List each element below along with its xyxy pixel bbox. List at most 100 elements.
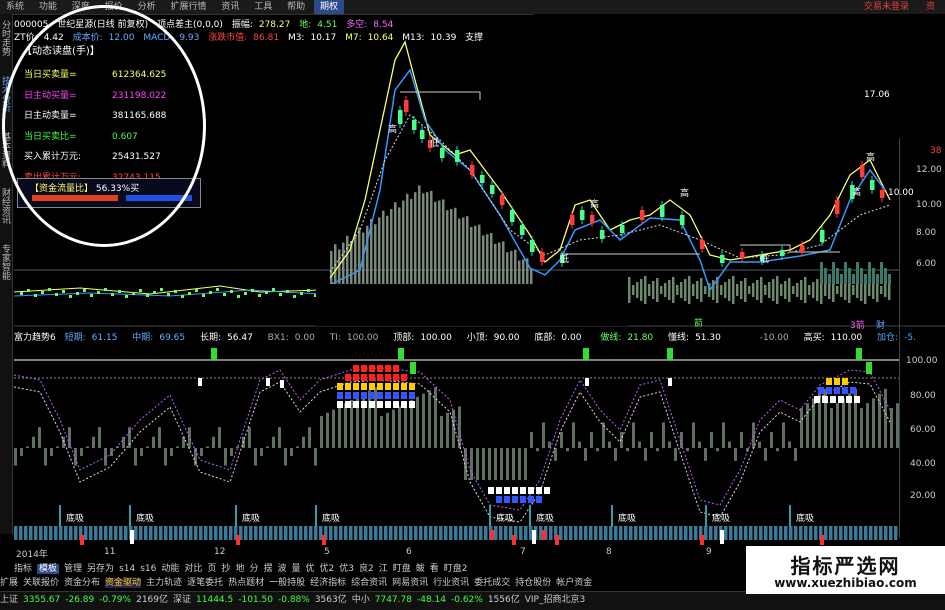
ind-stack-block [337, 401, 343, 408]
toolbar-item-10[interactable]: 地 [235, 564, 244, 574]
toolbar-item-14[interactable]: 量 [292, 564, 301, 574]
toolbar-item-1[interactable]: 模板 [37, 564, 60, 574]
indicator-item: 中期: 69.65 [132, 333, 191, 343]
ind-bottom-band [369, 526, 373, 540]
candle-body [800, 245, 805, 253]
toolbar-item-8[interactable]: 页 [207, 564, 216, 574]
toolbar-item-13[interactable]: 波 [277, 564, 286, 574]
ind-bottom-band [334, 526, 338, 540]
volume-bar [888, 274, 891, 284]
bottom-tab-9[interactable]: 综合资讯 [351, 578, 387, 588]
volume-bar [800, 280, 803, 300]
bottom-tab-2[interactable]: 资金分布 [64, 578, 100, 588]
bottom-tab-1[interactable]: 关联报价 [23, 578, 59, 588]
indicator-item: 做线: 21.80 [600, 333, 659, 343]
toolbar-item-21[interactable]: 鲅 [416, 564, 425, 574]
ind-bottom-band [434, 526, 438, 540]
toolbar-item-4[interactable]: s14 [119, 564, 135, 574]
ind-bottom-band [494, 526, 498, 540]
bottom-tab-13[interactable]: 持仓股份 [515, 578, 551, 588]
ind-stack-block [337, 392, 343, 399]
ind-bottom-band [34, 526, 38, 540]
toolbar-item-15[interactable]: 优 [306, 564, 315, 574]
ind-bottom-band [269, 526, 273, 540]
candle-body [216, 288, 219, 291]
bottom-tab-10[interactable]: 网易资讯 [392, 578, 428, 588]
bottom-marker-label: 底吸 [796, 512, 814, 524]
ind-bottom-band [84, 526, 88, 540]
ind-bottom-band [289, 526, 293, 540]
bottom-tab-4[interactable]: 主力轨迹 [146, 578, 182, 588]
candle-body [540, 252, 545, 262]
ind-bar [800, 408, 803, 448]
bottom-tab-3[interactable]: 资金驱动 [105, 578, 142, 588]
toolbar-item-12[interactable]: 摆 [263, 564, 272, 574]
ind-bar [368, 390, 371, 448]
toolbar-item-23[interactable]: 盯盘2 [444, 564, 468, 574]
toolbar-item-3[interactable]: 另存为 [87, 564, 114, 574]
bottom-tab-5[interactable]: 逐笔委托 [187, 578, 223, 588]
ind-bar [668, 441, 671, 448]
bottom-marker-label: 底吸 [242, 512, 260, 524]
ind-bottom-band [139, 526, 143, 540]
volume-bar [434, 201, 437, 284]
volume-bar [478, 224, 481, 284]
ind-bar [638, 441, 641, 448]
toolbar-item-16[interactable]: 优2 [320, 564, 335, 574]
ind-bottom-band [564, 526, 568, 540]
ind-bar [284, 448, 287, 466]
ind-bottom-band [559, 526, 563, 540]
ind-bottom-band [94, 526, 98, 540]
toolbar-item-0[interactable]: 指标 [14, 564, 32, 574]
ind-stack-block [409, 392, 415, 399]
toolbar-item-5[interactable]: s16 [140, 564, 156, 574]
ind-bar [38, 427, 41, 448]
candle-body [97, 291, 100, 294]
volume-bar [872, 268, 875, 284]
date-label: 2014年 [16, 550, 48, 560]
masked-area-middle [316, 284, 628, 326]
candle-body [590, 215, 595, 223]
bottom-tab-14[interactable]: 帐户资金 [556, 578, 592, 588]
toolbar-item-2[interactable]: 管理 [64, 564, 82, 574]
toolbar-item-9[interactable]: 抄 [221, 564, 230, 574]
ind-bottom-band [794, 526, 798, 540]
ind-bottom-band [474, 526, 478, 540]
ind-stack-block [401, 392, 407, 399]
volume-bar [880, 262, 883, 284]
volume-bar [832, 262, 835, 284]
toolbar-item-6[interactable]: 动能 [161, 564, 179, 574]
candle-body [440, 148, 445, 158]
toolbar-item-18[interactable]: 良2 [359, 564, 374, 574]
ind-bar [530, 432, 533, 448]
volume-bar [378, 217, 381, 284]
volume-bar [664, 283, 667, 297]
volume-bar [856, 282, 859, 298]
volume-bar [482, 235, 485, 284]
bottom-tab-12[interactable]: 委托成交 [474, 578, 510, 588]
bottom-tab-11[interactable]: 行业资讯 [433, 578, 469, 588]
ind-bottom-band [349, 526, 353, 540]
bottom-tab-0[interactable]: 扩展 [0, 578, 18, 588]
bottom-tab-7[interactable]: 一般持股 [269, 578, 305, 588]
toolbar-item-20[interactable]: 盯盘 [393, 564, 411, 574]
ind-bar [278, 427, 281, 448]
bottom-tab-8[interactable]: 经济指标 [310, 578, 346, 588]
ind-bar [44, 448, 47, 466]
bottom-marker-label: 底吸 [618, 512, 636, 524]
toolbar-item-17[interactable]: 优3 [339, 564, 354, 574]
bottom-tab-6[interactable]: 热点题材 [228, 578, 264, 588]
ind-bottom-band [229, 526, 233, 540]
toolbar-item-11[interactable]: 分 [249, 564, 258, 574]
high-marker: 高 [388, 123, 397, 135]
toolbar-item-22[interactable]: 看 [430, 564, 439, 574]
indicator-item-value: 100.00 [346, 333, 379, 343]
ind-bottom-band [859, 526, 863, 540]
toolbar-item-7[interactable]: 对比 [184, 564, 202, 574]
toolbar-item-19[interactable]: 江 [379, 564, 388, 574]
ind-bar [764, 448, 767, 461]
buy-value: 4.51 [317, 20, 338, 30]
ind-bottom-band [824, 526, 828, 540]
ind-bottom-band [814, 526, 818, 540]
indicator-item-label: 中期: [132, 333, 154, 343]
